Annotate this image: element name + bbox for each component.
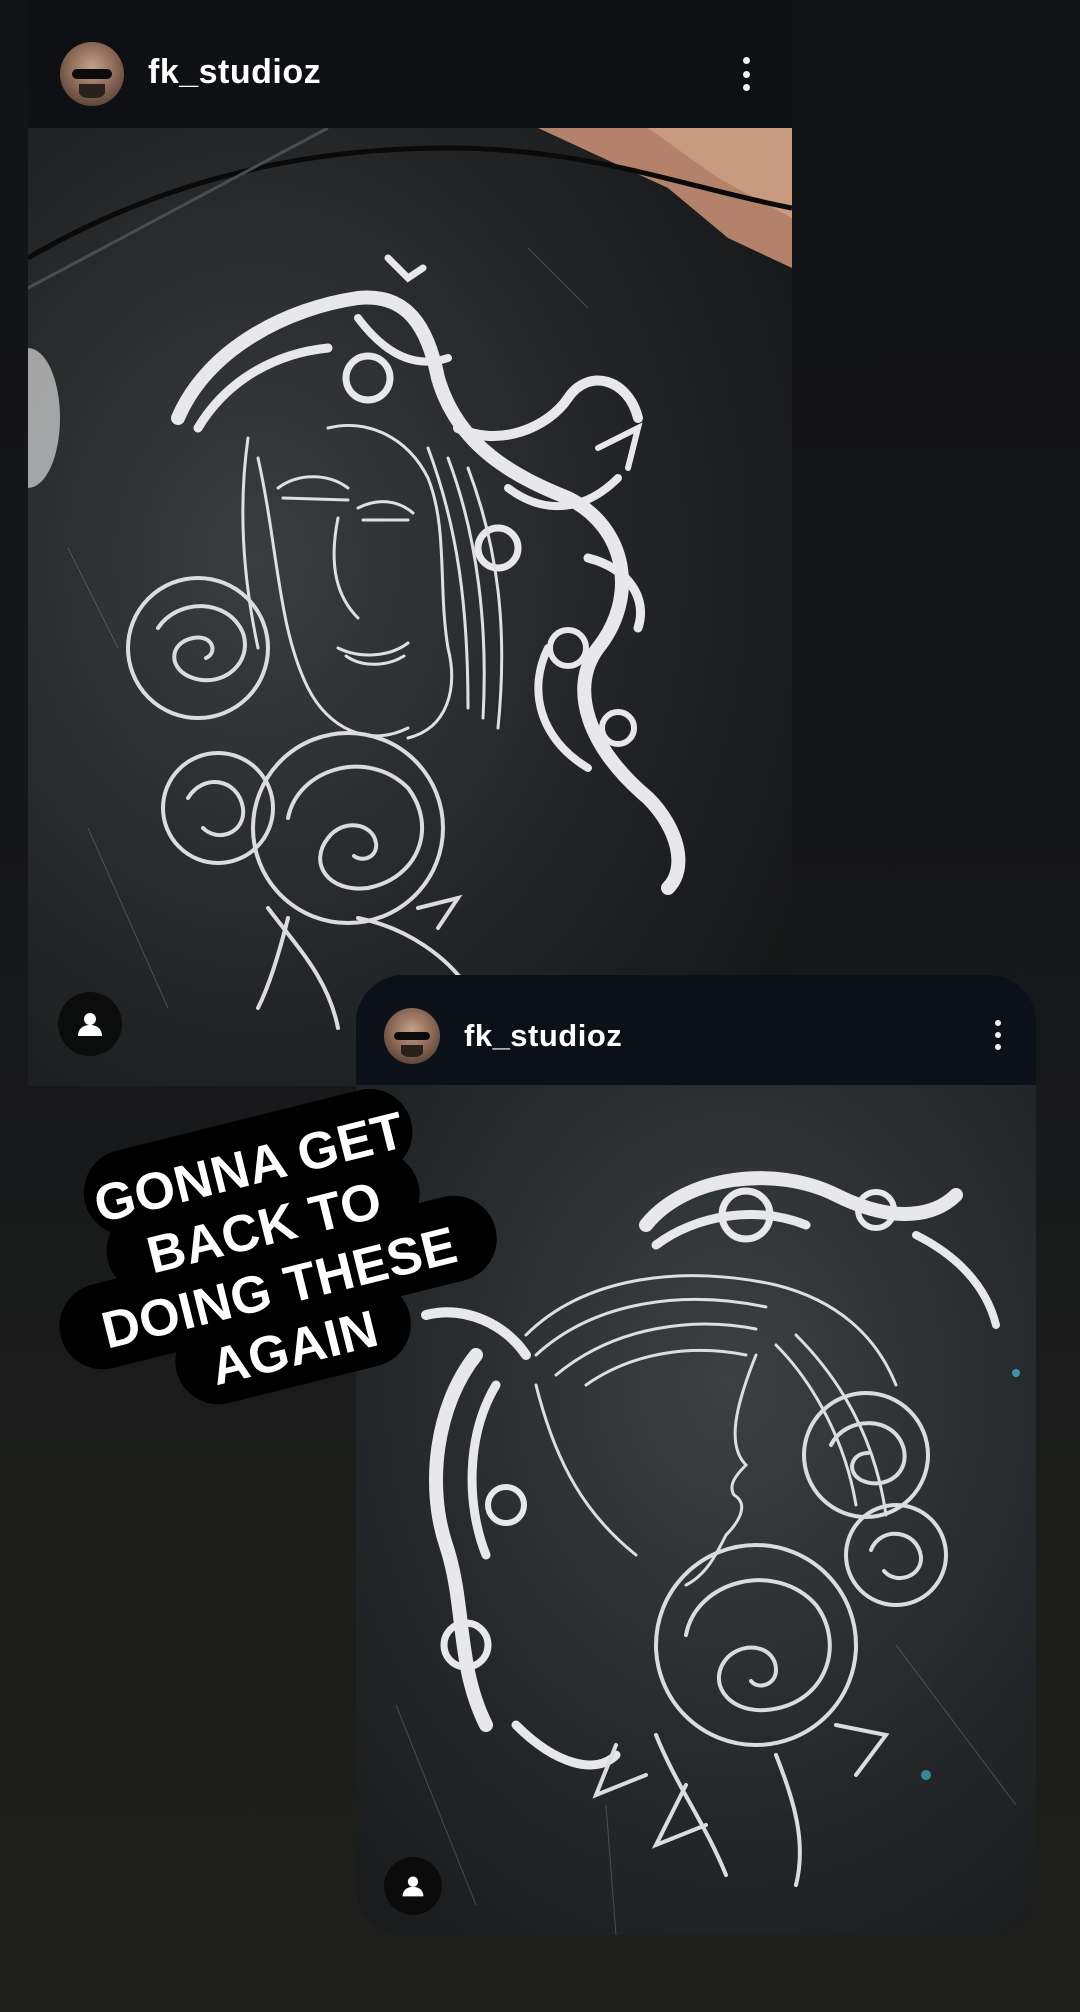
user-avatar-icon[interactable]	[384, 1008, 440, 1064]
more-vertical-icon[interactable]	[988, 1020, 1008, 1050]
post-username[interactable]: fk_studioz	[464, 1018, 622, 1054]
post-photo	[28, 128, 792, 1086]
story-canvas: fk_studioz fk_studioz GONNA GET BACK TO …	[0, 0, 1080, 2012]
post-username[interactable]: fk_studioz	[148, 53, 321, 92]
more-vertical-icon[interactable]	[736, 57, 756, 91]
user-avatar-icon[interactable]	[60, 42, 124, 106]
person-tag-icon[interactable]	[384, 1857, 442, 1915]
person-tag-icon[interactable]	[58, 992, 122, 1056]
post-header: fk_studioz	[28, 0, 792, 128]
shared-post-main[interactable]: fk_studioz	[28, 0, 792, 1086]
